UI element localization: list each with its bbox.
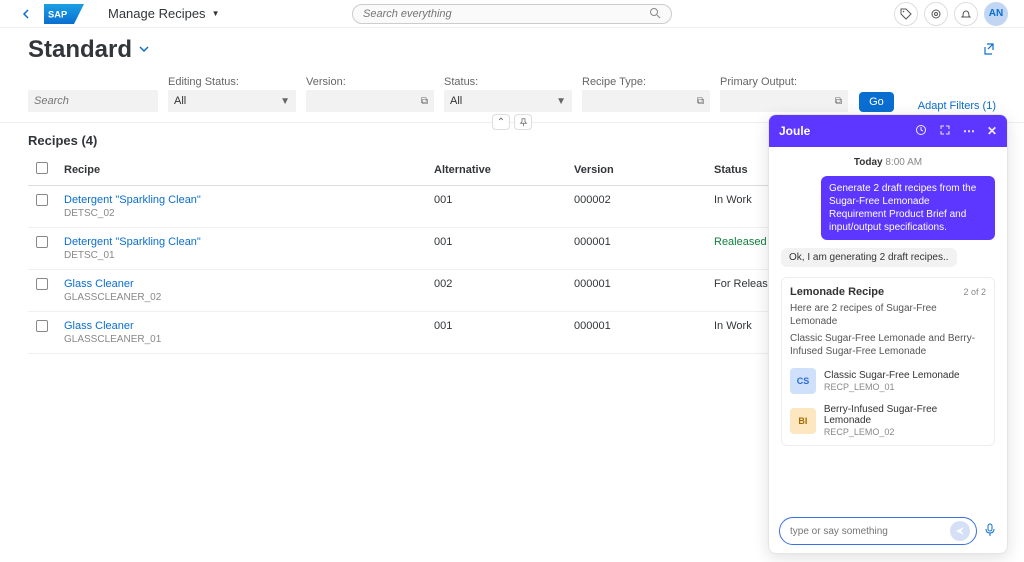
filter-label-version: Version: — [306, 76, 434, 88]
page-title: Standard — [28, 36, 132, 64]
collapse-toggle[interactable]: ⌃ — [492, 114, 510, 130]
row-checkbox[interactable] — [36, 236, 48, 248]
avatar[interactable]: AN — [984, 2, 1008, 26]
row-checkbox[interactable] — [36, 194, 48, 206]
pin-toggle[interactable] — [514, 114, 532, 130]
cell-ver: 000002 — [566, 186, 706, 228]
joule-panel: Joule ⋯ ✕ Today 8:00 AM Generate 2 draft… — [768, 114, 1008, 554]
recipe-code: DETSC_02 — [64, 208, 418, 219]
filter-label-editing: Editing Status: — [168, 76, 296, 88]
chevron-down-icon: ▼ — [212, 9, 220, 18]
item-name: Berry-Infused Sugar-Free Lemonade — [824, 404, 986, 426]
col-recipe: Recipe — [56, 156, 426, 186]
joule-close-icon[interactable]: ✕ — [987, 124, 997, 139]
joule-card-count: 2 of 2 — [963, 287, 986, 297]
share-icon[interactable] — [982, 42, 996, 59]
recipe-code: GLASSCLEANER_01 — [64, 334, 418, 345]
chevron-down-icon: ▼ — [280, 96, 290, 107]
joule-card-desc2: Classic Sugar-Free Lemonade and Berry-In… — [790, 332, 986, 358]
global-search[interactable] — [352, 4, 672, 24]
col-alternative: Alternative — [426, 156, 566, 186]
item-badge: CS — [790, 368, 816, 394]
filter-label-recipe-type: Recipe Type: — [582, 76, 710, 88]
settings-button[interactable] — [924, 2, 948, 26]
filter-status[interactable]: All ▼ — [444, 90, 572, 112]
recipe-code: GLASSCLEANER_02 — [64, 292, 418, 303]
search-input-wrap[interactable] — [28, 90, 158, 112]
joule-result-item[interactable]: BI Berry-Infused Sugar-Free LemonadeRECP_… — [790, 404, 986, 437]
cell-ver: 000001 — [566, 312, 706, 354]
filter-version[interactable]: ⧉ — [306, 90, 434, 112]
joule-history-icon[interactable] — [915, 124, 927, 139]
search-icon — [649, 7, 661, 22]
recipe-name[interactable]: Detergent "Sparkling Clean" — [64, 194, 418, 206]
joule-expand-icon[interactable] — [939, 124, 951, 139]
recipe-code: DETSC_01 — [64, 250, 418, 261]
page-title-chevron[interactable] — [138, 43, 150, 58]
joule-input-wrap[interactable] — [779, 517, 977, 545]
joule-more-icon[interactable]: ⋯ — [963, 124, 975, 139]
search-input[interactable] — [34, 95, 177, 107]
recipe-name[interactable]: Detergent "Sparkling Clean" — [64, 236, 418, 248]
row-checkbox[interactable] — [36, 320, 48, 332]
joule-card-title: Lemonade Recipe — [790, 286, 884, 298]
filter-label-primary-output: Primary Output: — [720, 76, 848, 88]
adapt-filters-link[interactable]: Adapt Filters (1) — [918, 100, 996, 112]
chevron-down-icon: ▼ — [556, 96, 566, 107]
filter-recipe-type[interactable]: ⧉ — [582, 90, 710, 112]
joule-header: Joule ⋯ ✕ — [769, 115, 1007, 147]
row-checkbox[interactable] — [36, 278, 48, 290]
cell-ver: 000001 — [566, 270, 706, 312]
select-all-checkbox[interactable] — [36, 162, 48, 174]
go-button[interactable]: Go — [859, 92, 894, 112]
cell-alt: 001 — [426, 312, 566, 354]
col-version: Version — [566, 156, 706, 186]
global-search-input[interactable] — [363, 8, 649, 20]
joule-bot-message: Ok, I am generating 2 draft recipes.. — [781, 248, 957, 267]
value-help-icon: ⧉ — [697, 96, 704, 107]
microphone-icon[interactable] — [983, 523, 997, 540]
filter-editing-status[interactable]: All ▼ — [168, 90, 296, 112]
sap-logo: SAP — [44, 4, 84, 24]
value-help-icon: ⧉ — [421, 96, 428, 107]
item-name: Classic Sugar-Free Lemonade — [824, 370, 960, 381]
recipe-name[interactable]: Glass Cleaner — [64, 320, 418, 332]
joule-timestamp: Today 8:00 AM — [781, 157, 995, 168]
item-badge: BI — [790, 408, 816, 434]
value-help-icon: ⧉ — [835, 96, 842, 107]
back-button[interactable] — [16, 4, 36, 24]
joule-user-message: Generate 2 draft recipes from the Sugar-… — [821, 176, 995, 240]
app-title[interactable]: Manage Recipes ▼ — [108, 6, 219, 21]
joule-send-button[interactable] — [950, 521, 970, 541]
svg-text:SAP: SAP — [48, 9, 67, 19]
recipe-name[interactable]: Glass Cleaner — [64, 278, 418, 290]
notifications-button[interactable] — [954, 2, 978, 26]
joule-title: Joule — [779, 124, 810, 138]
app-title-text: Manage Recipes — [108, 6, 206, 21]
cell-alt: 002 — [426, 270, 566, 312]
joule-result-card: Lemonade Recipe 2 of 2 Here are 2 recipe… — [781, 277, 995, 446]
tag-button[interactable] — [894, 2, 918, 26]
cell-ver: 000001 — [566, 228, 706, 270]
joule-result-item[interactable]: CS Classic Sugar-Free LemonadeRECP_LEMO_0… — [790, 368, 986, 394]
filter-label-status: Status: — [444, 76, 572, 88]
cell-alt: 001 — [426, 228, 566, 270]
joule-card-desc1: Here are 2 recipes of Sugar-Free Lemonad… — [790, 302, 986, 328]
item-code: RECP_LEMO_02 — [824, 427, 986, 437]
cell-alt: 001 — [426, 186, 566, 228]
filter-primary-output[interactable]: ⧉ — [720, 90, 848, 112]
item-code: RECP_LEMO_01 — [824, 382, 960, 392]
joule-input[interactable] — [790, 526, 950, 537]
